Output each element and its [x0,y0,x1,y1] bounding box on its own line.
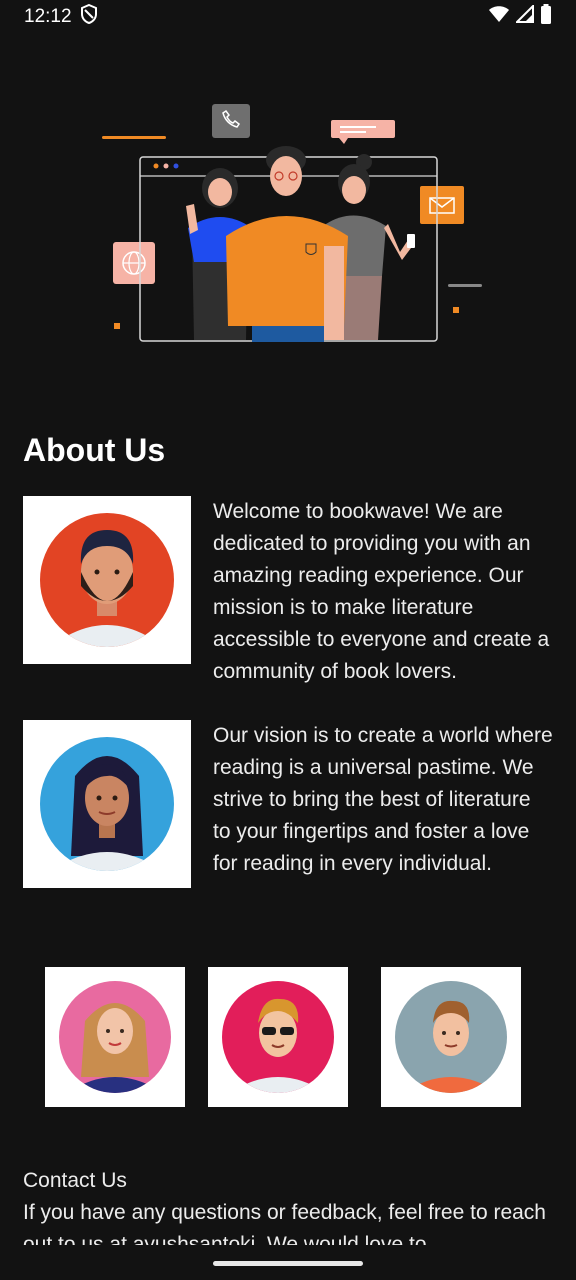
mission-text: Welcome to bookwave! We are dedicated to… [213,500,550,683]
status-bar: 12:12 [0,0,576,34]
gesture-nav-handle[interactable] [213,1261,363,1266]
vision-text: Our vision is to create a world where re… [213,724,553,875]
woman-avatar [40,737,174,871]
team-card [381,967,521,1107]
avatar-card [23,496,191,664]
team-card [208,967,348,1107]
team-card [45,967,185,1107]
battery-icon [540,4,552,30]
page-title: About Us [23,432,166,468]
sunglasses-man-avatar [222,981,334,1093]
about-vision-row: Our vision is to create a world where re… [23,720,553,901]
young-man-avatar [395,981,507,1093]
about-mission-row: Welcome to bookwave! We are dedicated to… [23,496,553,709]
contact-heading: Contact Us [23,1169,127,1192]
status-time: 12:12 [24,6,72,27]
bearded-man-avatar [40,513,174,647]
blonde-woman-avatar [59,981,171,1093]
shield-icon [80,3,98,30]
hero-illustration [96,96,488,352]
avatar-card [23,720,191,888]
status-left: 12:12 [24,3,98,30]
contact-body: If you have any questions or feedback, f… [23,1201,546,1245]
team-avatars [0,967,576,1107]
signal-icon [514,3,534,29]
contact-section: Contact Us If you have any questions or … [23,1165,553,1245]
wifi-icon [488,5,510,29]
status-right [488,3,552,30]
